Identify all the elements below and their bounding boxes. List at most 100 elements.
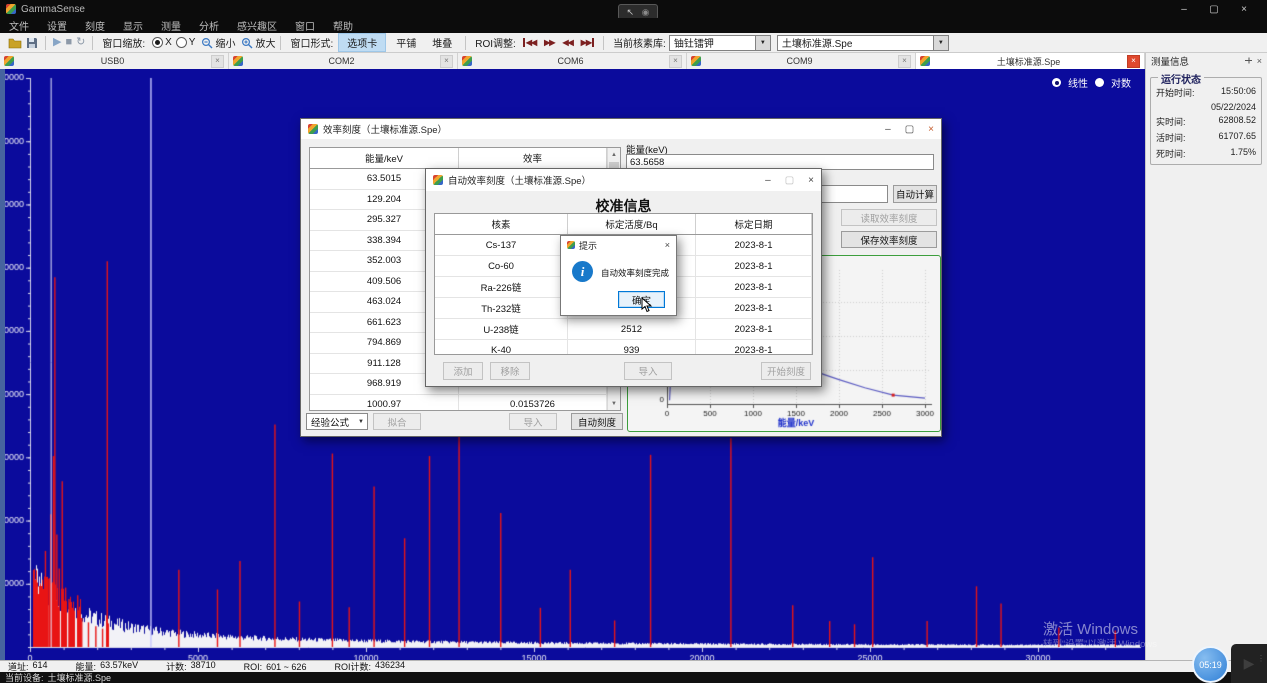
zoom-x-radio[interactable]: [152, 37, 163, 48]
video-play-icon[interactable]: ▶: [1244, 655, 1255, 672]
start-calibration-button[interactable]: 开始刻度: [761, 362, 811, 380]
status-bar: 道址:614 能量:63.57keV 计数:38710 ROI:601 ~ 62…: [0, 660, 1267, 672]
nuclide-library-label: 当前核素库:: [613, 35, 666, 50]
fit-button[interactable]: 拟合: [373, 413, 421, 430]
nuclide-library-select[interactable]: 铀钍镭钾 ▼: [669, 35, 771, 51]
tab-close-icon[interactable]: ×: [669, 55, 682, 68]
info-row: 活时间:61707.65: [1155, 129, 1257, 145]
tab-com6[interactable]: COM6 ×: [458, 53, 687, 69]
scroll-up-icon[interactable]: ▲: [608, 148, 620, 161]
roi-forward-icon[interactable]: ▶▶: [544, 38, 554, 47]
device-value: 土壤标准源.Spe: [48, 671, 112, 683]
save-icon[interactable]: [26, 37, 38, 49]
auto-calibration-button[interactable]: 自动刻度: [571, 413, 623, 430]
mode-stack-button[interactable]: 堆叠: [424, 34, 460, 51]
restore-icon[interactable]: ▢: [905, 124, 914, 135]
zoom-out-icon[interactable]: [201, 37, 213, 49]
device-bar: 当前设备: 土壤标准源.Spe: [0, 672, 1267, 683]
save-efficiency-button[interactable]: 保存效率刻度: [841, 231, 937, 248]
zoom-in-label[interactable]: 放大: [255, 35, 275, 50]
import-button[interactable]: 导入: [509, 413, 557, 430]
zoom-mode-label: 窗口缩放:: [102, 35, 145, 50]
table-row: 1000.970.0153726: [310, 395, 620, 412]
roi-first-icon[interactable]: ◀◀: [523, 38, 536, 47]
gammasense-app: { "window": {"title": "GammaSense", "use…: [0, 0, 1267, 683]
chevron-down-icon[interactable]: ▼: [755, 36, 770, 50]
tab-soil-standard-spe[interactable]: 土壤标准源.Spe ×: [916, 53, 1145, 69]
close-icon[interactable]: ×: [808, 175, 814, 186]
close-icon[interactable]: ×: [665, 240, 670, 250]
log-radio[interactable]: [1095, 78, 1104, 87]
refresh-icon[interactable]: ↻: [76, 37, 85, 48]
app-icon: [691, 56, 701, 66]
app-icon: [433, 175, 443, 185]
tab-com2[interactable]: COM2 ×: [229, 53, 458, 69]
message-title-bar[interactable]: 提示 ×: [561, 236, 676, 254]
spectrum-file-select[interactable]: 土壤标准源.Spe ▼: [777, 35, 949, 51]
ok-button[interactable]: 确定: [618, 291, 665, 308]
restore-icon[interactable]: ▢: [785, 175, 794, 186]
divider: [92, 36, 93, 50]
linear-radio[interactable]: [1052, 78, 1061, 87]
dialog-title-bar[interactable]: 自动效率刻度（土壤标准源.Spe） – ▢ ×: [426, 169, 821, 191]
menu-item-window[interactable]: 窗口: [286, 18, 324, 33]
menu-item-help[interactable]: 帮助: [324, 18, 362, 33]
tab-close-icon[interactable]: ×: [898, 55, 911, 68]
app-icon: [462, 56, 472, 66]
menu-item-calibration[interactable]: 刻度: [76, 18, 114, 33]
tab-com9[interactable]: COM9 ×: [687, 53, 916, 69]
menu-item-roi[interactable]: 感兴趣区: [228, 18, 286, 33]
menu-item-measure[interactable]: 测量: [152, 18, 190, 33]
divider: [45, 36, 46, 50]
minimize-icon[interactable]: –: [885, 124, 891, 135]
tab-close-icon[interactable]: ×: [440, 55, 453, 68]
close-icon[interactable]: ×: [1229, 0, 1259, 18]
formula-select[interactable]: 经验公式 ▼: [306, 413, 368, 430]
scale-toggle: 线性 对数: [1052, 75, 1131, 90]
zoom-y-radio[interactable]: [176, 37, 187, 48]
stop-icon[interactable]: ■: [65, 37, 72, 48]
tab-usb0[interactable]: USB0 ×: [0, 53, 229, 69]
table-row: K-409392023-8-1: [435, 340, 812, 355]
play-icon[interactable]: ▶: [53, 37, 61, 48]
info-panel-header: 测量信息 ×: [1145, 53, 1267, 69]
zoom-in-icon[interactable]: [241, 37, 253, 49]
menu-item-analysis[interactable]: 分析: [190, 18, 228, 33]
mode-tab-button[interactable]: 选项卡: [338, 33, 386, 52]
table-header-row: 核素 标定活度/Bq 标定日期: [435, 214, 812, 235]
remove-button[interactable]: 移除: [490, 362, 530, 380]
minimize-icon[interactable]: –: [765, 175, 771, 186]
zoom-out-label[interactable]: 缩小: [215, 35, 235, 50]
scroll-down-icon[interactable]: ▼: [608, 397, 620, 410]
window-mode-label: 窗口形式:: [290, 35, 333, 50]
open-folder-icon[interactable]: [8, 37, 22, 49]
menu-item-settings[interactable]: 设置: [38, 18, 76, 33]
divider: [603, 36, 604, 50]
import-button[interactable]: 导入: [624, 362, 672, 380]
chevron-down-icon[interactable]: ▼: [933, 36, 948, 50]
recording-timer-badge[interactable]: 05:19: [1192, 646, 1229, 683]
auto-calc-button[interactable]: 自动计算: [893, 185, 937, 203]
roi-last-icon[interactable]: ▶▶: [581, 38, 594, 47]
close-icon[interactable]: ×: [928, 124, 934, 135]
add-button[interactable]: 添加: [443, 362, 483, 380]
menu-item-display[interactable]: 显示: [114, 18, 152, 33]
pin-icon[interactable]: [1244, 56, 1253, 67]
mode-tile-button[interactable]: 平铺: [388, 34, 424, 51]
panel-close-icon[interactable]: ×: [1257, 57, 1262, 66]
read-efficiency-button[interactable]: 读取效率刻度: [841, 209, 937, 226]
more-icon[interactable]: ⋮: [1257, 654, 1265, 663]
recorder-cursor-icon[interactable]: ↖: [627, 8, 635, 17]
minimize-icon[interactable]: –: [1169, 0, 1199, 18]
dialog-title-bar[interactable]: 效率刻度（土壤标准源.Spe） – ▢ ×: [301, 119, 941, 139]
nuclide-library-value: 铀钍镭钾: [670, 35, 755, 50]
tab-close-icon[interactable]: ×: [1127, 55, 1140, 68]
restore-icon[interactable]: ▢: [1199, 0, 1229, 18]
recorder-stop-icon[interactable]: ◉: [642, 8, 650, 17]
measurement-info-panel: 运行状态 开始时间:15:50:06 05/22/2024 实时间:62808.…: [1145, 69, 1267, 660]
tab-close-icon[interactable]: ×: [211, 55, 224, 68]
menu-item-file[interactable]: 文件: [0, 18, 38, 33]
video-overlay[interactable]: ▶ ⋮: [1231, 644, 1267, 683]
window-title: GammaSense: [21, 4, 85, 15]
roi-back-icon[interactable]: ◀◀: [562, 38, 572, 47]
